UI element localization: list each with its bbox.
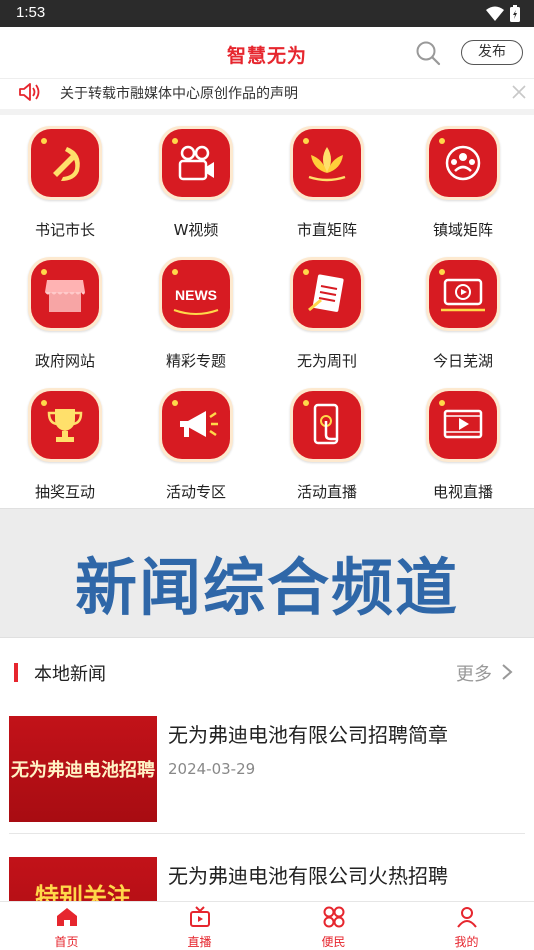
feature-grid: 书记市长 W视频 市直矩阵 镇域矩阵 政府网站 NEWS 精彩专题 无为周刊 今…	[0, 115, 534, 508]
grid-label: 无为周刊	[296, 352, 357, 370]
magazine-icon	[293, 260, 361, 328]
live-tv-icon	[189, 906, 210, 927]
grid-icon-frame	[426, 257, 500, 331]
status-bar: 1:53	[0, 0, 534, 27]
grid-item-11[interactable]: 电视直播	[403, 377, 523, 508]
grid-icon-frame: NEWS	[159, 257, 233, 331]
notice-bar[interactable]: 关于转载市融媒体中心原创作品的声明	[0, 79, 534, 109]
status-time: 1:53	[16, 4, 46, 21]
grid-label: 电视直播	[432, 483, 493, 501]
status-icons	[486, 5, 520, 22]
grid-label: 精彩专题	[165, 352, 226, 370]
grid-item-8[interactable]: 抽奖互动	[5, 377, 125, 508]
phone-touch-icon	[293, 391, 361, 459]
battery-icon	[510, 5, 520, 22]
grid-icon-frame	[426, 388, 500, 462]
chevron-right-icon[interactable]	[500, 663, 514, 681]
news-thumbnail: 无为弗迪电池招聘	[9, 716, 157, 822]
grid-item-4[interactable]: 政府网站	[5, 246, 125, 377]
grid-item-9[interactable]: 活动专区	[136, 377, 256, 508]
app-header: 智慧无为 发布	[0, 27, 534, 79]
section-title: 本地新闻	[34, 664, 106, 685]
grid-item-1[interactable]: W视频	[136, 115, 256, 246]
film-icon	[429, 391, 497, 459]
publish-button[interactable]: 发布	[461, 40, 523, 65]
grid-item-7[interactable]: 今日芜湖	[403, 246, 523, 377]
user-icon	[456, 907, 477, 928]
section-accent-bar	[14, 663, 18, 682]
grid-label: 政府网站	[34, 352, 95, 370]
grid-clover-icon	[323, 906, 344, 928]
tab-label: 我的	[454, 935, 479, 949]
megaphone-icon	[162, 391, 230, 459]
grid-icon-frame	[290, 257, 364, 331]
banner-text: 新闻综合频道	[74, 551, 459, 624]
grid-icon-frame	[28, 126, 102, 200]
home-icon	[56, 908, 77, 926]
news-title[interactable]: 无为弗迪电池有限公司火热招聘	[168, 860, 448, 889]
close-icon[interactable]	[510, 83, 528, 101]
tab-services[interactable]: 便民	[267, 902, 400, 950]
grid-item-10[interactable]: 活动直播	[267, 377, 387, 508]
news-title[interactable]: 无为弗迪电池有限公司招聘简章	[168, 719, 448, 748]
wifi-icon	[486, 6, 504, 21]
grid-label: W视频	[173, 221, 219, 239]
grid-item-5[interactable]: NEWS 精彩专题	[136, 246, 256, 377]
grid-icon-frame	[159, 388, 233, 462]
news-icon: NEWS	[162, 260, 230, 328]
grid-label: 活动直播	[296, 483, 357, 501]
tab-label: 便民	[321, 935, 346, 949]
trophy-icon	[31, 391, 99, 459]
grid-icon-frame	[290, 388, 364, 462]
divider	[9, 833, 525, 834]
more-link[interactable]: 更多	[456, 660, 492, 686]
grid-item-6[interactable]: 无为周刊	[267, 246, 387, 377]
video-camera-icon	[162, 129, 230, 197]
grid-icon-frame	[426, 126, 500, 200]
tv-play-icon	[429, 260, 497, 328]
people-icon	[429, 129, 497, 197]
app-title: 智慧无为	[226, 45, 307, 67]
grid-label: 今日芜湖	[432, 352, 493, 370]
grid-label: 镇域矩阵	[432, 221, 493, 239]
news-item[interactable]: 无为弗迪电池招聘 无为弗迪电池有限公司招聘简章 2024-03-29	[0, 704, 534, 834]
grid-label: 市直矩阵	[296, 221, 357, 239]
grid-icon-frame	[159, 126, 233, 200]
svg-text:NEWS: NEWS	[175, 287, 217, 303]
channel-banner[interactable]: 新闻综合频道	[0, 508, 534, 638]
grid-item-2[interactable]: 市直矩阵	[267, 115, 387, 246]
grid-icon-frame	[28, 388, 102, 462]
tab-label: 首页	[54, 935, 79, 949]
search-icon	[416, 41, 441, 66]
section-header: 本地新闻 更多	[0, 638, 534, 704]
tab-home[interactable]: 首页	[0, 902, 133, 950]
shop-awning-icon	[31, 260, 99, 328]
bottom-tab-bar: 首页 直播 便民 我的	[0, 901, 534, 950]
grid-item-0[interactable]: 书记市长	[5, 115, 125, 246]
grid-icon-frame	[28, 257, 102, 331]
speaker-icon	[19, 83, 40, 101]
grid-label: 活动专区	[165, 483, 226, 501]
tab-label: 直播	[187, 935, 212, 949]
tab-live[interactable]: 直播	[133, 902, 266, 950]
news-date: 2024-03-29	[168, 760, 256, 778]
thumbnail-text: 无为弗迪电池招聘	[11, 760, 155, 781]
grid-icon-frame	[290, 126, 364, 200]
grid-label: 书记市长	[34, 221, 95, 239]
lotus-icon	[293, 129, 361, 197]
grid-label: 抽奖互动	[34, 483, 95, 501]
grid-item-3[interactable]: 镇域矩阵	[403, 115, 523, 246]
notice-text[interactable]: 关于转载市融媒体中心原创作品的声明	[60, 83, 298, 103]
search-button[interactable]	[415, 40, 441, 66]
tab-profile[interactable]: 我的	[400, 902, 533, 950]
party-emblem-icon	[31, 129, 99, 197]
